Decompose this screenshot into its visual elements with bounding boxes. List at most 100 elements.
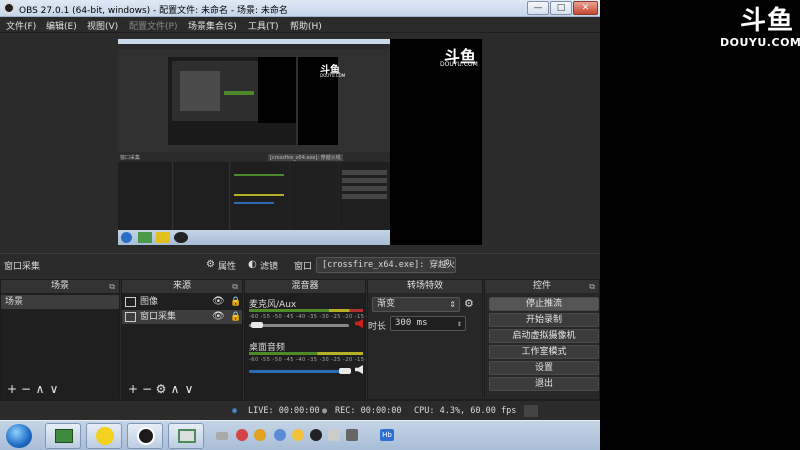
dock-float-icon[interactable]: ⧉ bbox=[109, 280, 115, 293]
preview-area[interactable]: 斗鱼 DOUYU.COM 窗口采集 [crossfire_x64.exe]: 穿… bbox=[0, 33, 600, 251]
eye-icon[interactable]: 👁 bbox=[212, 310, 225, 324]
maximize-button[interactable]: □ bbox=[550, 1, 572, 15]
preview-canvas[interactable]: 斗鱼 DOUYU.COM 窗口采集 [crossfire_x64.exe]: 穿… bbox=[118, 39, 482, 245]
dock-float-icon[interactable]: ⧉ bbox=[232, 280, 238, 293]
move-up-icon[interactable]: ∧ bbox=[168, 383, 182, 395]
transitions-dock-header: 转场特效 bbox=[368, 280, 482, 293]
chevron-updown-icon[interactable]: ⇕ bbox=[444, 258, 451, 267]
menu-help[interactable]: 帮助(H) bbox=[290, 19, 322, 32]
nested-source-label: 窗口采集 bbox=[120, 155, 141, 161]
obs-window: OBS 27.0.1 (64-bit, windows) - 配置文件: 未命名… bbox=[0, 0, 600, 450]
scene-item[interactable]: 场景 bbox=[1, 295, 119, 309]
hb-tray-icon[interactable]: Hb bbox=[380, 429, 394, 441]
desktop-level-meter bbox=[249, 352, 363, 355]
eye-icon[interactable]: 👁 bbox=[212, 295, 225, 309]
window-icon bbox=[125, 312, 136, 322]
nested-preview: 斗鱼 DOUYU.COM bbox=[118, 49, 390, 152]
window-select[interactable]: [crossfire_x64.exe]: 穿越火线 bbox=[316, 257, 456, 273]
remove-icon[interactable]: − bbox=[140, 383, 154, 395]
speaker-muted-icon[interactable] bbox=[355, 319, 363, 328]
source-item-image[interactable]: 图像 👁 🔒 bbox=[122, 295, 242, 309]
filters-button[interactable]: 滤镜 bbox=[260, 259, 278, 272]
volume-tray-icon[interactable] bbox=[328, 429, 340, 441]
transition-select-value: 渐变 bbox=[377, 299, 396, 309]
mic-level-meter bbox=[249, 309, 363, 312]
tray-icon[interactable] bbox=[274, 429, 286, 441]
settings-button[interactable]: 设置 bbox=[489, 361, 599, 375]
nested-transitions bbox=[290, 162, 338, 230]
scenes-dock-title: 场景 bbox=[50, 281, 69, 291]
rec-dot-icon: ● bbox=[322, 406, 328, 416]
music-app-icon[interactable] bbox=[86, 423, 122, 449]
stop-streaming-button[interactable]: 停止推流 bbox=[489, 297, 599, 311]
desktop-volume-knob[interactable] bbox=[339, 368, 351, 374]
dock-float-icon[interactable]: ⧉ bbox=[589, 280, 595, 293]
qq-tray-icon[interactable] bbox=[310, 429, 322, 441]
studio-mode-button[interactable]: 工作室模式 bbox=[489, 345, 599, 359]
desktop-volume-slider[interactable] bbox=[249, 370, 349, 373]
preview-logo-sub: DOUYU.COM bbox=[440, 61, 478, 68]
nested-black-panel: 斗鱼 DOUYU.COM bbox=[298, 57, 345, 145]
menu-view[interactable]: 视图(V) bbox=[87, 19, 118, 32]
mic-volume-knob[interactable] bbox=[251, 322, 263, 328]
move-down-icon[interactable]: ∨ bbox=[182, 383, 196, 395]
filter-icon[interactable]: ◐ bbox=[248, 259, 257, 270]
tray-icon[interactable] bbox=[292, 429, 304, 441]
exit-button[interactable]: 退出 bbox=[489, 377, 599, 391]
transition-select[interactable]: 渐变 ⇕ bbox=[372, 297, 460, 312]
nested-inner-canvas bbox=[168, 57, 296, 145]
mic-volume-slider[interactable] bbox=[249, 324, 349, 327]
obs-logo-icon bbox=[3, 2, 15, 14]
scene-item-label: 场景 bbox=[5, 297, 24, 307]
nested-mixer bbox=[231, 162, 289, 230]
menu-edit[interactable]: 编辑(E) bbox=[46, 19, 77, 32]
move-down-icon[interactable]: ∨ bbox=[47, 383, 61, 395]
tray-icon[interactable] bbox=[254, 429, 266, 441]
nested-btn bbox=[342, 178, 387, 183]
menu-profile[interactable]: 配置文件(P) bbox=[129, 19, 177, 32]
tray-icon[interactable] bbox=[346, 429, 358, 441]
source-item-label: 图像 bbox=[140, 297, 159, 307]
menu-tools[interactable]: 工具(T) bbox=[248, 19, 279, 32]
window-app-icon[interactable] bbox=[168, 423, 204, 449]
start-virtual-camera-button[interactable]: 启动虚拟摄像机 bbox=[489, 329, 599, 343]
nested-slider bbox=[234, 202, 274, 204]
transitions-dock: 转场特效 渐变 ⇕ ⚙ 时长 300 ms ⇕ bbox=[367, 279, 483, 400]
close-button[interactable]: ✕ bbox=[573, 1, 598, 15]
duration-input[interactable]: 300 ms ⇕ bbox=[390, 316, 466, 331]
lock-icon[interactable]: 🔒 bbox=[230, 310, 241, 324]
menu-scene-collection[interactable]: 场景集合(S) bbox=[188, 19, 237, 32]
speaker-icon[interactable] bbox=[355, 365, 363, 374]
scenes-toolbar: + − ∧ ∨ bbox=[5, 383, 61, 395]
properties-button[interactable]: 属性 bbox=[218, 259, 236, 272]
add-icon[interactable]: + bbox=[5, 383, 19, 395]
source-toolbar: 窗口采集 ⚙ 属性 ◐ 滤镜 窗口 [crossfire_x64.exe]: 穿… bbox=[0, 253, 600, 275]
obs-app-icon[interactable] bbox=[127, 423, 163, 449]
nested-scenes bbox=[118, 162, 173, 230]
minimize-button[interactable]: — bbox=[527, 1, 549, 15]
controls-dock: 控件 ⧉ 停止推流 开始录制 启动虚拟摄像机 工作室模式 设置 退出 bbox=[484, 279, 600, 400]
lock-icon[interactable]: 🔒 bbox=[230, 295, 241, 309]
move-up-icon[interactable]: ∧ bbox=[33, 383, 47, 395]
status-bar: ◉ LIVE: 00:00:00 ● REC: 00:00:00 CPU: 4.… bbox=[0, 400, 600, 420]
spin-icon[interactable]: ⇕ bbox=[457, 317, 462, 330]
nested-btn bbox=[342, 186, 387, 191]
add-icon[interactable]: + bbox=[126, 383, 140, 395]
nested-sources bbox=[174, 162, 230, 230]
source-item-window-capture[interactable]: 窗口采集 👁 🔒 bbox=[122, 310, 242, 324]
transitions-dock-title: 转场特效 bbox=[406, 281, 443, 291]
live-signal-icon: ◉ bbox=[232, 406, 238, 416]
start-recording-button[interactable]: 开始录制 bbox=[489, 313, 599, 327]
gear-icon[interactable]: ⚙ bbox=[154, 383, 168, 395]
display-app-icon[interactable] bbox=[45, 423, 81, 449]
menu-file[interactable]: 文件(F) bbox=[6, 19, 36, 32]
tray-icon[interactable] bbox=[236, 429, 248, 441]
keyboard-tray-icon[interactable] bbox=[216, 432, 228, 440]
gear-icon[interactable]: ⚙ bbox=[464, 297, 474, 310]
nested-logo-sub: DOUYU.COM bbox=[320, 73, 346, 78]
gear-icon[interactable]: ⚙ bbox=[206, 259, 215, 270]
douyu-logo-sub: DOUYU.COM bbox=[720, 36, 800, 49]
remove-icon[interactable]: − bbox=[19, 383, 33, 395]
windows-start-icon[interactable] bbox=[6, 424, 32, 448]
sources-dock-header: 来源 ⧉ bbox=[122, 280, 242, 293]
